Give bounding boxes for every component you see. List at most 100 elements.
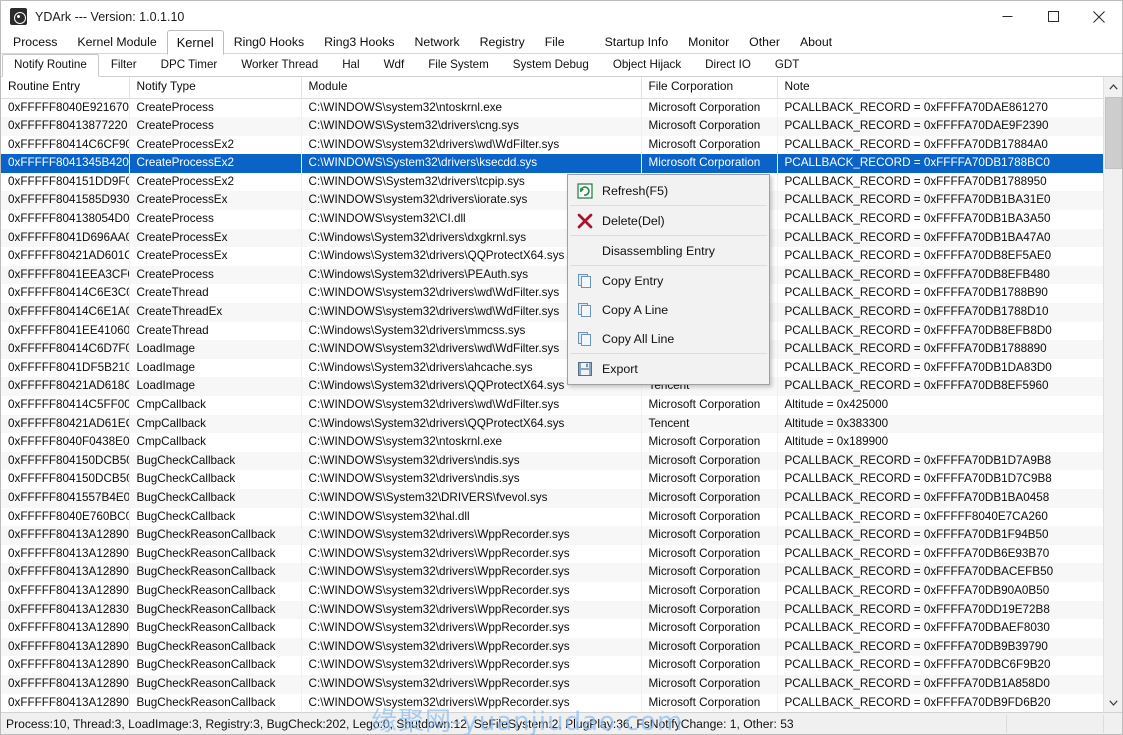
table-row[interactable]: 0xFFFFF804150DCB50 BugCheckCallback C:\WIN…	[1, 470, 1103, 489]
context-menu-item-copy-a-line[interactable]: Copy A Line	[568, 295, 769, 324]
table-row[interactable]: 0xFFFFF80413A12890 BugCheckReasonCallback…	[1, 674, 1103, 694]
table-row[interactable]: 0xFFFFF80413A12830 BugCheckReasonCallback…	[1, 600, 1103, 620]
cell-notify-type: BugCheckCallback	[129, 451, 302, 471]
table-row[interactable]: 0xFFFFF80414C6D7F0 LoadImage C:\WINDOWS\sy…	[1, 340, 1103, 359]
main-tab-registry[interactable]: Registry	[470, 32, 535, 54]
context-menu-item-export[interactable]: Export	[568, 354, 769, 383]
table-row[interactable]: 0xFFFFF8041EEA3CF0 CreateProcess C:\Window…	[1, 265, 1103, 285]
table-row[interactable]: 0xFFFFF8041D696AA0 CreateProcessEx C:\Wind…	[1, 228, 1103, 248]
cell-module: C:\WINDOWS\system32\drivers\WppRecorder.…	[301, 674, 642, 694]
cell-routine-entry: 0xFFFFF80421AD618C	[1, 377, 130, 396]
column-header-note[interactable]: Note	[777, 77, 1103, 99]
context-menu-item-label: Copy Entry	[602, 273, 664, 288]
table-row[interactable]: 0xFFFFF804150DCB50 BugCheckCallback C:\WIN…	[1, 451, 1103, 471]
table-row[interactable]: 0xFFFFF8040E921670 CreateProcess C:\WINDOW…	[1, 98, 1103, 118]
main-tab-other[interactable]: Other	[739, 32, 790, 54]
context-menu-item-disassembling-entry[interactable]: Disassembling Entry	[568, 236, 769, 265]
main-tab-kernel-module[interactable]: Kernel Module	[67, 32, 166, 54]
cell-note: PCALLBACK_RECORD = 0xFFFFA70DB6E93B70	[784, 546, 1050, 560]
sub-tab-object-hijack[interactable]: Object Hijack	[601, 54, 693, 77]
close-button[interactable]	[1076, 1, 1122, 32]
table-row[interactable]: 0xFFFFF80413A12890 BugCheckReasonCallback…	[1, 637, 1103, 657]
cell-note: PCALLBACK_RECORD = 0xFFFFA70DB1788890	[777, 340, 1103, 359]
table-row[interactable]: 0xFFFFF80414C6E3C0 CreateThread C:\WINDOWS…	[1, 284, 1103, 304]
table-row[interactable]: 0xFFFFF80414C6E1A0 CreateThreadEx C:\WINDO…	[1, 303, 1103, 322]
sub-tab-wdf[interactable]: Wdf	[372, 54, 417, 77]
main-tab-file[interactable]: File	[535, 32, 575, 54]
cell-routine-entry: 0xFFFFF80413A12890	[1, 581, 130, 601]
minimize-button[interactable]	[984, 1, 1030, 32]
table-row[interactable]: 0xFFFFF8041DF5B210 LoadImage C:\Windows\Sy…	[1, 358, 1103, 378]
scrollbar-thumb[interactable]	[1105, 97, 1122, 169]
context-menu-item-delete-del[interactable]: Delete(Del)	[568, 206, 769, 235]
window-title: YDArk --- Version: 1.0.1.10	[35, 9, 185, 24]
context-menu[interactable]: Refresh(F5) Delete(Del) Disassembling Entr…	[567, 174, 770, 385]
context-menu-item-refresh-f5[interactable]: Refresh(F5)	[568, 176, 769, 205]
sub-tab-dpc-timer[interactable]: DPC Timer	[149, 54, 230, 77]
main-tab-startup-info[interactable]: Startup Info	[595, 32, 679, 54]
context-menu-item-label: Delete(Del)	[602, 213, 665, 228]
cell-notify-type: LoadImage	[129, 340, 302, 359]
main-tab-about[interactable]: About	[790, 32, 842, 54]
cell-notify-type: BugCheckReasonCallback	[129, 674, 302, 694]
table-row[interactable]: 0xFFFFF80413A12890 BugCheckReasonCallback…	[1, 581, 1103, 601]
table-row[interactable]: 0xFFFFF80413A12890 BugCheckReasonCallback…	[1, 563, 1103, 582]
main-tab-ring3-hooks[interactable]: Ring3 Hooks	[314, 32, 404, 54]
cell-note: PCALLBACK_RECORD = 0xFFFFA70DB1788950	[784, 174, 1047, 188]
cell-module: C:\WINDOWS\system32\drivers\wd\WdFilter.…	[301, 396, 642, 415]
cell-notify-type: BugCheckCallback	[129, 488, 302, 508]
main-tab-ring0-hooks[interactable]: Ring0 Hooks	[224, 32, 314, 54]
table-row[interactable]: 0xFFFFF80414C5FF00 CmpCallback C:\WINDOWS\…	[1, 396, 1103, 415]
sub-tab-hal[interactable]: Hal	[330, 54, 371, 77]
cell-notify-type: BugCheckReasonCallback	[129, 637, 302, 657]
table-row[interactable]: 0xFFFFF8041345B420 CreateProcessEx2 C:\WIN…	[1, 154, 1103, 173]
table-row[interactable]: 0xFFFFF80414C6CF90 CreateProcessEx2 C:\WIN…	[1, 135, 1103, 155]
context-menu-item-copy-all-line[interactable]: Copy All Line	[568, 324, 769, 353]
table-row[interactable]: 0xFFFFF80421AD618C LoadImage C:\Windows\Sy…	[1, 377, 1103, 396]
table-row[interactable]: 0xFFFFF8041557B4E0 BugCheckCallback C:\WIN…	[1, 488, 1103, 508]
main-tab-monitor[interactable]: Monitor	[678, 32, 739, 54]
scroll-down-button[interactable]	[1104, 693, 1122, 712]
sub-tab-notify-routine[interactable]: Notify Routine	[2, 54, 99, 77]
table-row[interactable]: 0xFFFFF804138054D0 CreateProcess C:\WINDOW…	[1, 210, 1103, 229]
table-row[interactable]: 0xFFFFF80413877220 CreateProcess C:\WINDOW…	[1, 117, 1103, 136]
context-menu-item-copy-entry[interactable]: Copy Entry	[568, 266, 769, 295]
cell-file-corporation: Microsoft Corporation	[641, 135, 778, 155]
table-row[interactable]: 0xFFFFF804151DD9F0 CreateProcessEx2 C:\WIN…	[1, 172, 1103, 192]
cell-note: PCALLBACK_RECORD = 0xFFFFA70DD19E72B8	[777, 600, 1103, 620]
table-row[interactable]: 0xFFFFF80421AD61EC CmpCallback C:\Windows\…	[1, 414, 1103, 434]
cell-notify-type: BugCheckReasonCallback	[129, 656, 302, 675]
table-row[interactable]: 0xFFFFF8041585D930 CreateProcessEx C:\WIND…	[1, 191, 1103, 211]
table-row[interactable]: 0xFFFFF80413A12890 BugCheckReasonCallback…	[1, 619, 1103, 638]
cell-notify-type: BugCheckCallback	[129, 507, 302, 527]
sub-tab-filter[interactable]: Filter	[99, 54, 149, 77]
table-row[interactable]: 0xFFFFF80413A12890 BugCheckReasonCallback…	[1, 526, 1103, 545]
maximize-button[interactable]	[1030, 1, 1076, 32]
main-tab-kernel[interactable]: Kernel	[166, 30, 224, 55]
cell-file-corporation: Microsoft Corporation	[641, 117, 778, 136]
column-header-routine-entry[interactable]: Routine Entry	[1, 77, 130, 99]
sub-tab-direct-io[interactable]: Direct IO	[693, 54, 763, 77]
sub-tab-worker-thread[interactable]: Worker Thread	[229, 54, 330, 77]
cell-routine-entry: 0xFFFFF80414C6E3C0	[1, 284, 130, 304]
table-row[interactable]: 0xFFFFF80413A12890 BugCheckReasonCallback…	[1, 656, 1103, 675]
vertical-scrollbar[interactable]	[1103, 77, 1122, 712]
sub-tab-system-debug[interactable]: System Debug	[501, 54, 601, 77]
table-row[interactable]: 0xFFFFF80421AD601C CreateProcessEx C:\Wind…	[1, 247, 1103, 266]
cell-routine-entry: 0xFFFFF804150DCB50	[1, 470, 130, 489]
table-row[interactable]: 0xFFFFF8040F0438E0 CmpCallback C:\WINDOWS\…	[1, 433, 1103, 452]
table-row[interactable]: 0xFFFFF8040E760BC0 BugCheckCallback C:\WIN…	[1, 507, 1103, 527]
table-row[interactable]: 0xFFFFF8041EE41060 CreateThread C:\Windows…	[1, 321, 1103, 341]
column-header-module[interactable]: Module	[301, 77, 642, 99]
sub-tab-bar: Notify Routine Filter DPC Timer Worker Thre…	[1, 54, 1122, 77]
table-row[interactable]: 0xFFFFF80413A12890 BugCheckReasonCallback…	[1, 544, 1103, 564]
sub-tab-file-system[interactable]: File System	[416, 54, 501, 77]
cell-routine-entry: 0xFFFFF80413A12890	[1, 674, 130, 694]
main-tab-network[interactable]: Network	[405, 32, 470, 54]
sub-tab-gdt[interactable]: GDT	[763, 54, 811, 77]
column-header-notify-type[interactable]: Notify Type	[129, 77, 302, 99]
main-tab-process[interactable]: Process	[3, 32, 67, 54]
scroll-up-button[interactable]	[1104, 77, 1122, 96]
table-row[interactable]: 0xFFFFF80413A12890 BugCheckReasonCallback…	[1, 693, 1103, 712]
column-header-file-corporation[interactable]: File Corporation	[641, 77, 778, 99]
